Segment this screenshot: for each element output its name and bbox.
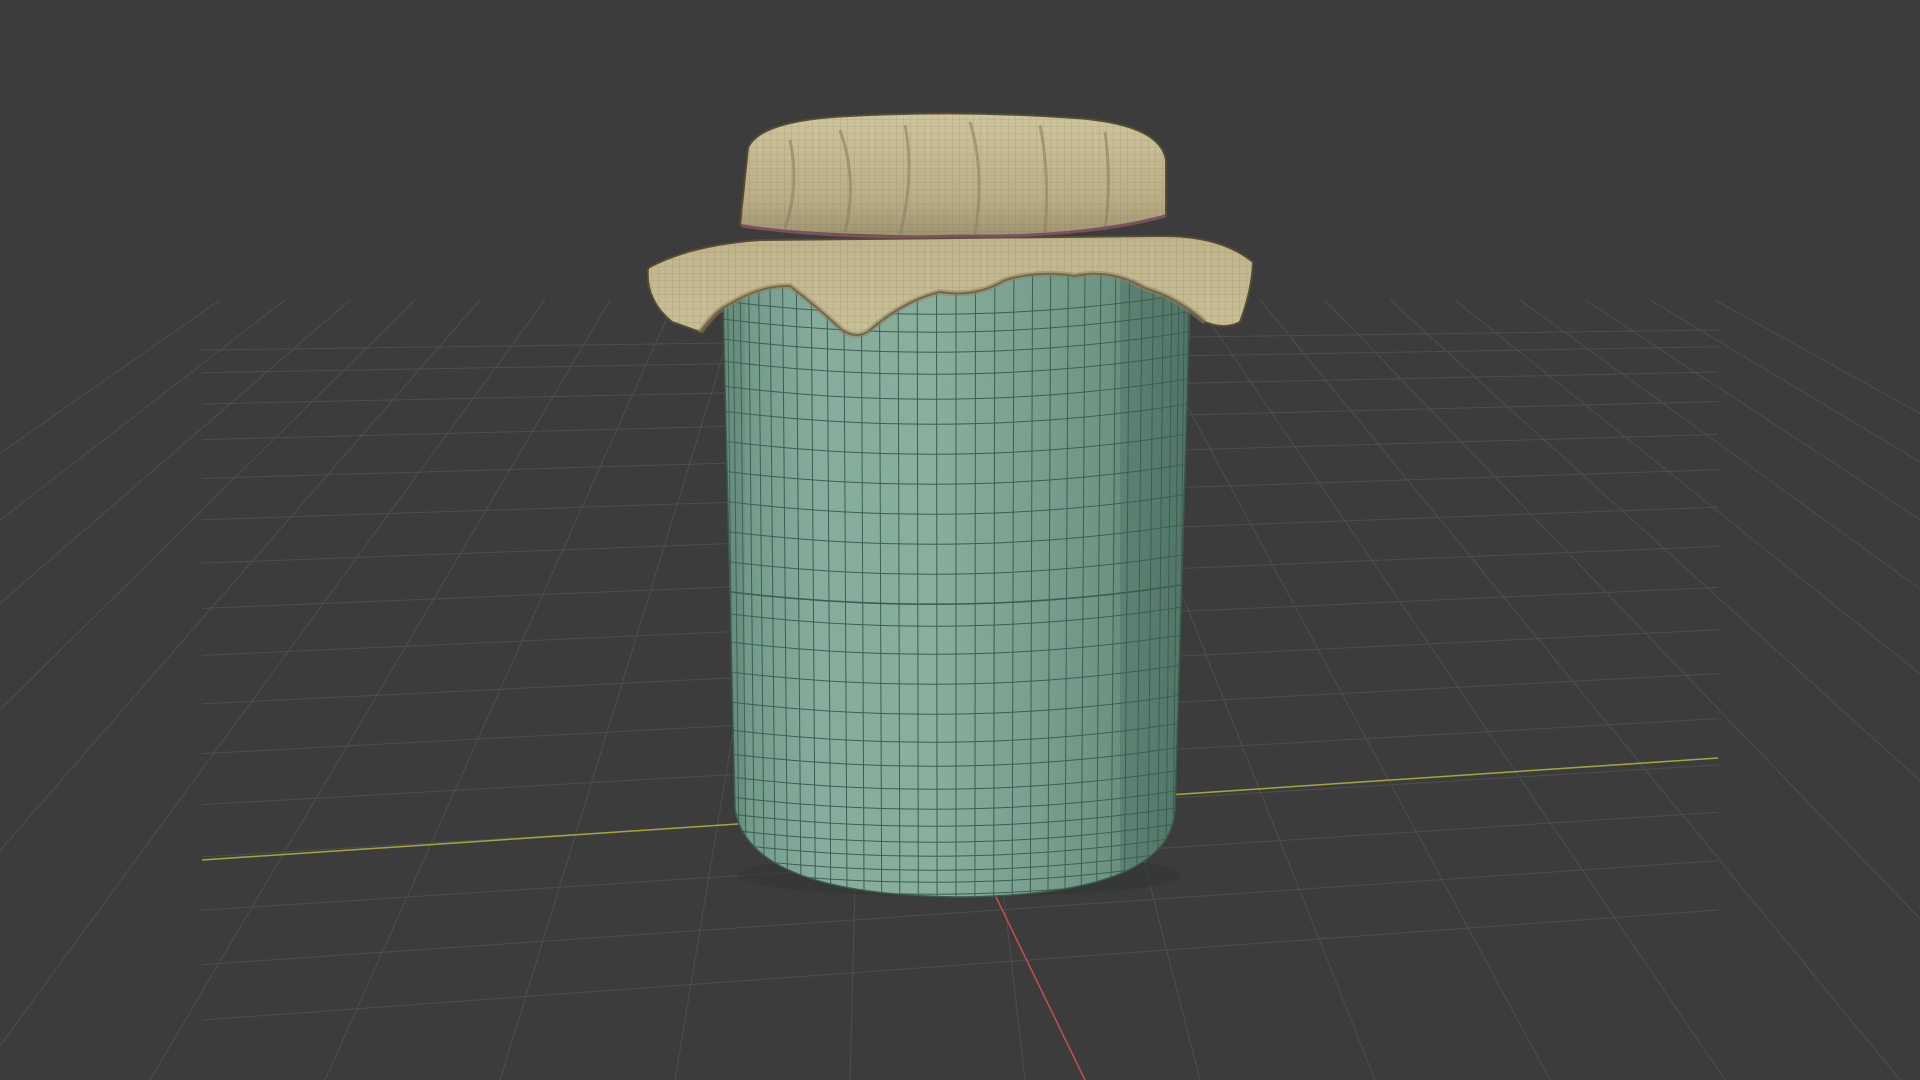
3d-viewport[interactable]: [0, 0, 1920, 1080]
grid-line-depth: [0, 299, 481, 852]
grid-line-depth: [0, 299, 416, 711]
grid-line-depth: [1259, 299, 1901, 1080]
grid-line-depth: [1389, 299, 1920, 782]
grid-line-depth: [1194, 299, 1726, 1080]
grid-line-depth: [1454, 299, 1920, 675]
grid-line-depth: [1649, 299, 1920, 463]
grid-line-horizontal: [201, 909, 1719, 1021]
grid-line-depth: [0, 299, 286, 521]
grid-line-depth: [0, 299, 221, 454]
grid-line-depth: [1129, 299, 1551, 1080]
grid-line-depth: [0, 299, 546, 1047]
grid-line-depth: [1714, 299, 1920, 414]
viewport-canvas[interactable]: [0, 0, 1920, 1080]
jar-mesh[interactable]: [715, 255, 1200, 900]
y-axis-line: [994, 894, 1086, 1080]
grid-line-depth: [149, 299, 611, 1080]
grid-line-depth: [1584, 299, 1920, 521]
grid-line-depth: [499, 299, 741, 1080]
